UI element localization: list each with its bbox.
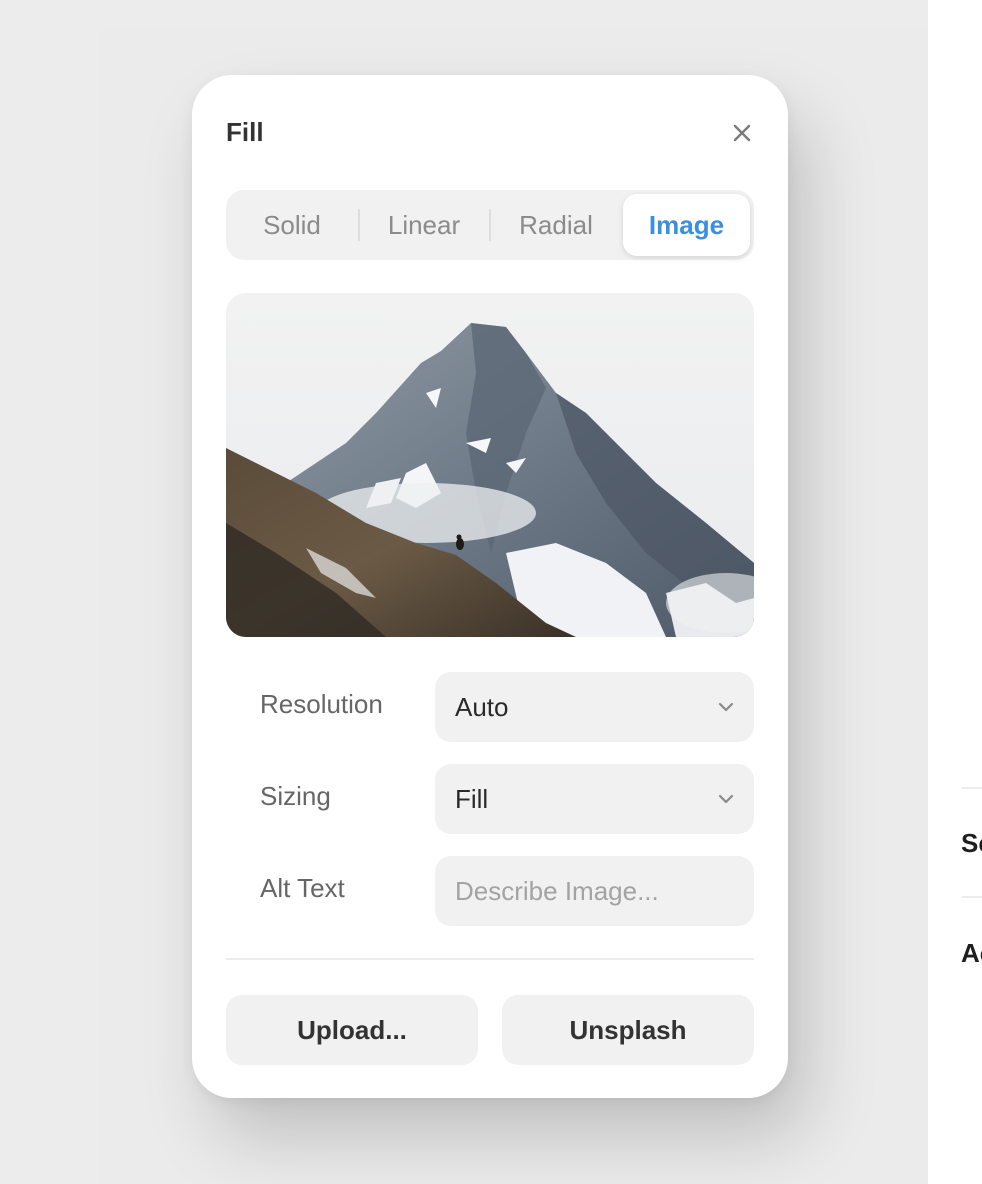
- sizing-value: Fill: [455, 783, 489, 814]
- tab-solid[interactable]: Solid: [226, 194, 358, 256]
- panel-divider: [962, 787, 982, 789]
- tab-radial[interactable]: Radial: [490, 194, 622, 256]
- chevron-down-icon: [718, 702, 734, 712]
- resolution-select[interactable]: Auto: [435, 672, 754, 742]
- close-button[interactable]: [726, 117, 758, 149]
- fill-type-tabs: Solid Linear Radial Image: [226, 190, 754, 260]
- chevron-down-icon: [718, 794, 734, 804]
- popover-title: Fill: [226, 117, 264, 147]
- right-properties-panel: Sc Ac: [928, 0, 982, 1184]
- divider: [226, 958, 754, 960]
- unsplash-button[interactable]: Unsplash: [502, 995, 754, 1065]
- panel-section-label[interactable]: Sc: [961, 828, 982, 859]
- close-icon: [733, 124, 751, 142]
- fill-popover: Fill Solid Linear Radial Image Resolutio…: [192, 75, 788, 1098]
- resolution-value: Auto: [455, 691, 509, 722]
- sizing-label: Sizing: [260, 781, 331, 811]
- tab-linear[interactable]: Linear: [358, 194, 490, 256]
- alt-text-input[interactable]: Describe Image...: [435, 856, 754, 926]
- alt-text-label: Alt Text: [260, 873, 345, 903]
- tab-image[interactable]: Image: [623, 194, 750, 256]
- image-preview[interactable]: [226, 293, 754, 637]
- sizing-select[interactable]: Fill: [435, 764, 754, 834]
- panel-divider: [962, 896, 982, 898]
- resolution-label: Resolution: [260, 689, 383, 719]
- panel-section-label[interactable]: Ac: [961, 938, 982, 969]
- upload-button[interactable]: Upload...: [226, 995, 478, 1065]
- mountain-photo-icon: [226, 293, 754, 637]
